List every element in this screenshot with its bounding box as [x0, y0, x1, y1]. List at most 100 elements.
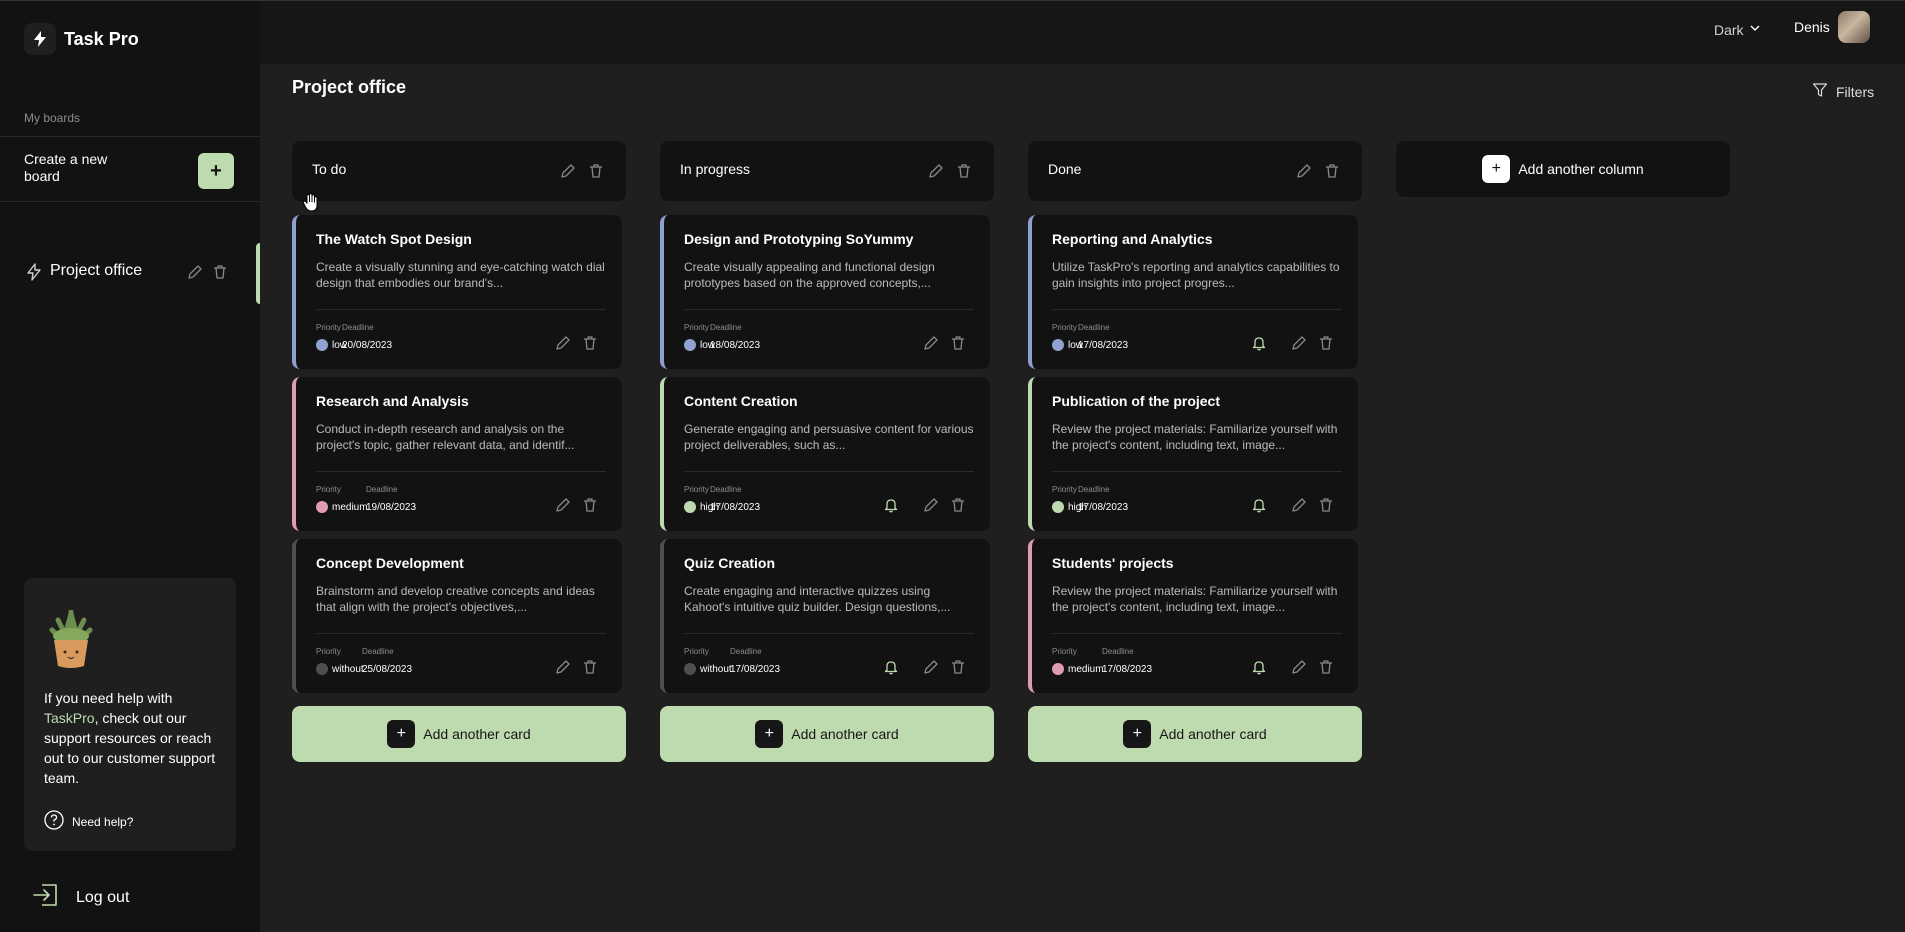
priority-value: without — [316, 663, 364, 675]
pencil-icon[interactable] — [923, 497, 939, 518]
card-divider — [684, 309, 974, 310]
priority-text: without — [332, 663, 364, 675]
trash-icon[interactable] — [1318, 497, 1334, 518]
help-text: If you need help with TaskPro, check out… — [44, 688, 224, 788]
trash-icon[interactable] — [956, 163, 972, 184]
deadline-value: 17/08/2023 — [730, 664, 781, 675]
pencil-icon[interactable] — [560, 163, 576, 184]
user-info[interactable]: Denis — [1794, 11, 1870, 43]
priority-dot — [316, 339, 328, 351]
column-header: Done — [1028, 141, 1362, 201]
pencil-icon[interactable] — [555, 659, 571, 680]
my-boards-label: My boards — [24, 111, 81, 125]
help-box: If you need help with TaskPro, check out… — [24, 578, 236, 851]
pencil-icon[interactable] — [1291, 497, 1307, 518]
add-card-button[interactable]: + Add another card — [1028, 706, 1362, 762]
card-divider — [316, 633, 606, 634]
logout-button[interactable]: Log out — [30, 879, 129, 916]
add-card-label: Add another card — [423, 726, 531, 742]
app-logo[interactable]: Task Pro — [24, 23, 139, 55]
priority-dot — [684, 663, 696, 675]
card-description: Brainstorm and develop creative concepts… — [316, 584, 595, 614]
priority-label: Priority — [684, 485, 709, 494]
logout-icon — [30, 879, 62, 916]
task-card[interactable]: Concept Development Brainstorm and develo… — [292, 539, 622, 693]
avatar[interactable] — [1837, 11, 1870, 43]
create-board-button[interactable]: + — [198, 153, 234, 189]
trash-icon[interactable] — [582, 335, 598, 356]
task-card[interactable]: The Watch Spot Design Create a visually s… — [292, 215, 622, 369]
card-divider — [684, 633, 974, 634]
card-divider — [1052, 633, 1342, 634]
filters-button[interactable]: Filters — [1812, 82, 1874, 101]
pencil-icon[interactable] — [187, 264, 203, 285]
card-title: Design and Prototyping SoYummy — [684, 231, 914, 247]
trash-icon[interactable] — [950, 659, 966, 680]
bell-icon[interactable] — [1251, 659, 1267, 680]
trash-icon[interactable] — [582, 497, 598, 518]
task-card[interactable]: Quiz Creation Create engaging and interac… — [660, 539, 990, 693]
priority-label: Priority — [1052, 647, 1077, 656]
add-card-button[interactable]: + Add another card — [292, 706, 626, 762]
add-column-button[interactable]: + Add another column — [1396, 141, 1730, 197]
priority-text: without — [700, 663, 732, 675]
deadline-value: 17/08/2023 — [1078, 502, 1129, 513]
theme-select[interactable]: Dark — [1714, 21, 1762, 38]
task-card[interactable]: Research and Analysis Conduct in-depth re… — [292, 377, 622, 531]
priority-value: medium — [1052, 663, 1104, 675]
task-card[interactable]: Content Creation Generate engaging and pe… — [660, 377, 990, 531]
column-title: Done — [1048, 161, 1082, 177]
priority-dot — [684, 501, 696, 513]
pencil-icon[interactable] — [555, 335, 571, 356]
deadline-label: Deadline — [710, 485, 742, 494]
card-description: Create engaging and interactive quizzes … — [684, 584, 951, 614]
trash-icon[interactable] — [950, 335, 966, 356]
bell-icon[interactable] — [1251, 497, 1267, 518]
priority-value: without — [684, 663, 732, 675]
user-name: Denis — [1794, 19, 1830, 35]
pencil-icon[interactable] — [923, 659, 939, 680]
trash-icon[interactable] — [950, 497, 966, 518]
bell-icon[interactable] — [883, 659, 899, 680]
pencil-icon[interactable] — [1291, 659, 1307, 680]
card-divider — [684, 471, 974, 472]
plus-icon: + — [1123, 720, 1152, 748]
bell-icon[interactable] — [883, 497, 899, 518]
task-card[interactable]: Students' projects Review the project mat… — [1028, 539, 1358, 693]
deadline-label: Deadline — [366, 485, 398, 494]
task-card[interactable]: Publication of the project Review the pro… — [1028, 377, 1358, 531]
question-circle-icon — [44, 810, 64, 833]
pencil-icon[interactable] — [923, 335, 939, 356]
card-description: Review the project materials: Familiariz… — [1052, 584, 1338, 614]
add-card-button[interactable]: + Add another card — [660, 706, 994, 762]
trash-icon[interactable] — [1324, 163, 1340, 184]
deadline-value: 25/08/2023 — [362, 664, 413, 675]
add-card-label: Add another card — [1159, 726, 1267, 742]
deadline-value: 20/08/2023 — [342, 340, 393, 351]
bell-icon[interactable] — [1251, 335, 1267, 356]
board-column: To do The Watch Spot Design Create a visua… — [292, 141, 626, 762]
filter-icon — [1812, 82, 1828, 101]
trash-icon[interactable] — [582, 659, 598, 680]
card-title: Content Creation — [684, 393, 798, 409]
pencil-icon[interactable] — [1296, 163, 1312, 184]
priority-label: Priority — [684, 323, 709, 332]
pencil-icon[interactable] — [928, 163, 944, 184]
sidebar-item-project-office[interactable]: Project office — [0, 243, 260, 304]
task-card[interactable]: Reporting and Analytics Utilize TaskPro's… — [1028, 215, 1358, 369]
task-card[interactable]: Design and Prototyping SoYummy Create vis… — [660, 215, 990, 369]
trash-icon[interactable] — [1318, 335, 1334, 356]
plus-icon: + — [387, 720, 416, 748]
deadline-label: Deadline — [710, 323, 742, 332]
trash-icon[interactable] — [1318, 659, 1334, 680]
trash-icon[interactable] — [588, 163, 604, 184]
deadline-label: Deadline — [342, 323, 374, 332]
column-header: To do — [292, 141, 626, 201]
pencil-icon[interactable] — [1291, 335, 1307, 356]
card-title: Research and Analysis — [316, 393, 469, 409]
pencil-icon[interactable] — [555, 497, 571, 518]
trash-icon[interactable] — [212, 264, 228, 285]
card-description: Create visually appealing and functional… — [684, 260, 935, 290]
help-brand: TaskPro — [44, 710, 95, 726]
need-help-button[interactable]: Need help? — [44, 810, 133, 833]
